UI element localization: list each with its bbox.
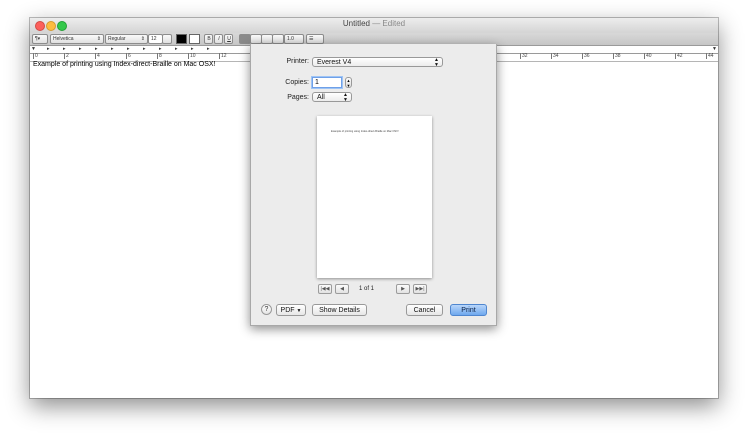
pages-popup[interactable]: All ▲ ▼ <box>312 92 352 103</box>
chevron-down-icon: ▼ <box>296 308 302 314</box>
tab-stop-marker[interactable]: ▸ <box>111 47 114 52</box>
tab-stop-marker[interactable]: ▸ <box>159 47 162 52</box>
print-button[interactable]: Print <box>450 304 487 316</box>
font-style-popup[interactable]: Regular ⇕ <box>105 34 148 44</box>
italic-button[interactable]: I <box>214 34 223 44</box>
line-spacing-value: 1.0 <box>287 36 294 42</box>
ruler-number: 12 <box>221 53 227 59</box>
ruler-tick <box>64 53 65 59</box>
tab-stop-marker[interactable]: ▸ <box>143 47 146 52</box>
updown-arrows-icon: ▲ ▼ <box>434 57 439 68</box>
ruler-number: 34 <box>553 53 559 59</box>
font-style-value: Regular <box>108 36 126 42</box>
ruler-number: 0 <box>35 53 38 59</box>
ruler-tick <box>551 53 552 59</box>
ruler-number: 36 <box>584 53 590 59</box>
ruler-tick <box>95 53 96 59</box>
tab-stop-marker[interactable]: ▸ <box>95 47 98 52</box>
pdf-menu-button[interactable]: PDF ▼ <box>276 304 306 316</box>
background-color-swatch[interactable] <box>189 34 200 44</box>
bold-button[interactable]: B <box>204 34 213 44</box>
ruler-tick <box>675 53 676 59</box>
tab-stop-marker[interactable]: ▸ <box>63 47 66 52</box>
pdf-label: PDF <box>280 307 295 314</box>
underline-button[interactable]: U <box>224 34 233 44</box>
tab-stop-marker[interactable]: ▸ <box>175 47 178 52</box>
first-line-indent-marker[interactable]: ▼ <box>31 47 36 52</box>
pages-label: Pages: <box>287 94 309 101</box>
copies-field[interactable]: 1 <box>312 77 342 88</box>
ruler-number: 42 <box>677 53 683 59</box>
ruler-number: 10 <box>190 53 196 59</box>
right-margin-marker[interactable]: ▼ <box>712 47 717 52</box>
tab-stop-marker[interactable]: ▸ <box>127 47 130 52</box>
ruler-number: 38 <box>615 53 621 59</box>
last-page-button[interactable]: ▶▶| <box>413 284 427 294</box>
title-bar: Untitled — Edited <box>30 18 718 33</box>
tab-stop-marker[interactable]: ▸ <box>191 47 194 52</box>
ruler-tick <box>33 53 34 59</box>
window-title-edited: — Edited <box>369 19 406 28</box>
printer-popup[interactable]: Everest V4 ▲ ▼ <box>312 57 443 68</box>
list-bullets-popup[interactable]: ☰ <box>306 34 324 44</box>
tab-stop-marker[interactable]: ▸ <box>47 47 50 52</box>
font-family-value: Helvetica <box>53 36 74 42</box>
font-size-field[interactable]: 12 <box>148 34 163 44</box>
ruler-number: 6 <box>128 53 131 59</box>
cancel-button[interactable]: Cancel <box>406 304 443 316</box>
copies-label: Copies: <box>285 79 309 86</box>
window-title: Untitled — Edited <box>30 19 718 28</box>
ruler-number: 40 <box>646 53 652 59</box>
ruler-tick <box>188 53 189 59</box>
next-page-button[interactable]: ▶ <box>396 284 410 294</box>
list-style-popup[interactable]: ¶▾ <box>32 34 48 44</box>
ruler-number: 44 <box>708 53 714 59</box>
ruler-number: 4 <box>97 53 100 59</box>
tab-stop-marker[interactable]: ▸ <box>79 47 82 52</box>
first-page-button[interactable]: |◀◀ <box>318 284 332 294</box>
updown-arrows-icon: ⇕ <box>140 36 145 42</box>
ruler-tick <box>520 53 521 59</box>
ruler-tick <box>613 53 614 59</box>
previous-page-button[interactable]: ◀ <box>335 284 349 294</box>
preview-text: Example of printing using Index-direct-B… <box>331 130 399 133</box>
copies-stepper[interactable]: ▲ ▼ <box>345 77 352 88</box>
printer-label: Printer: <box>286 58 309 65</box>
print-preview-page: Example of printing using Index-direct-B… <box>317 116 432 278</box>
ruler-number: 32 <box>522 53 528 59</box>
ruler-tick <box>219 53 220 59</box>
align-justify-button[interactable] <box>272 34 284 44</box>
ruler-number: 2 <box>66 53 69 59</box>
ruler-tick <box>582 53 583 59</box>
document-text[interactable]: Example of printing using Index-direct-B… <box>33 61 215 68</box>
help-icon[interactable]: ? <box>261 304 272 315</box>
tab-stop-marker[interactable]: ▸ <box>207 47 210 52</box>
page-indicator: 1 of 1 <box>359 286 375 292</box>
window-title-text: Untitled <box>342 19 370 28</box>
ruler-number: 8 <box>159 53 162 59</box>
font-size-stepper[interactable] <box>162 34 172 44</box>
font-family-popup[interactable]: Helvetica ⇕ <box>50 34 104 44</box>
ruler-tick <box>126 53 127 59</box>
updown-arrows-icon: ⇕ <box>96 36 101 42</box>
show-details-button[interactable]: Show Details <box>312 304 367 316</box>
ruler-tick <box>706 53 707 59</box>
ruler-tick <box>644 53 645 59</box>
text-color-swatch[interactable] <box>176 34 187 44</box>
pages-value: All <box>317 94 325 101</box>
printer-value: Everest V4 <box>317 59 352 66</box>
print-dialog: Printer: Everest V4 ▲ ▼ Copies: 1 ▲ ▼ Pages… <box>250 44 497 326</box>
line-spacing-popup[interactable]: 1.0 <box>284 34 304 44</box>
updown-arrows-icon: ▲ ▼ <box>343 92 348 103</box>
ruler-tick <box>157 53 158 59</box>
